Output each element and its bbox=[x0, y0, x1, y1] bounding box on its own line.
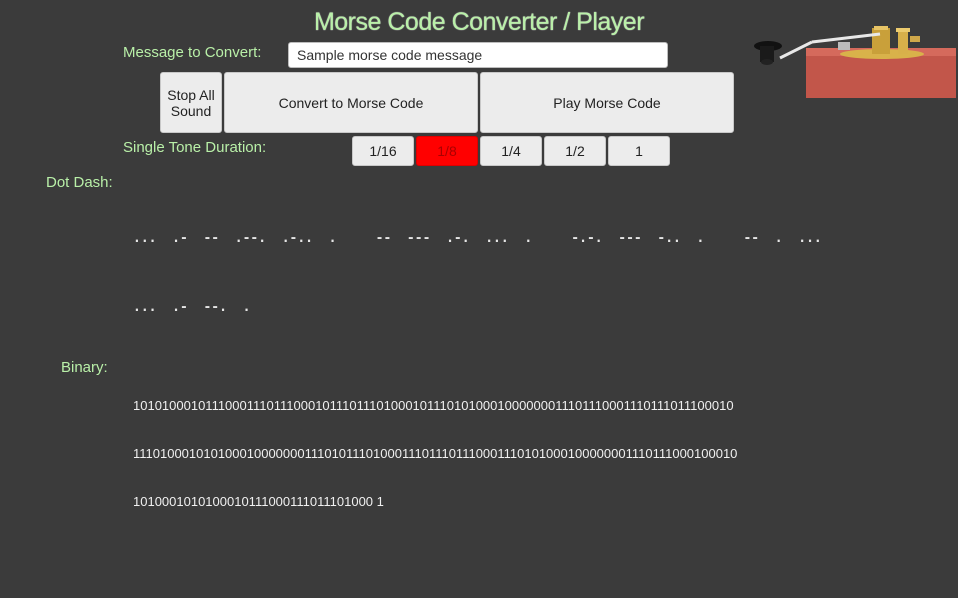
message-label: Message to Convert: bbox=[123, 44, 262, 61]
play-morse-button[interactable]: Play Morse Code bbox=[480, 72, 734, 133]
stop-all-sound-button[interactable]: Stop All Sound bbox=[160, 72, 222, 133]
dot-dash-line: ... .- -- .--. .-.. . -- --- .-. ... . -… bbox=[133, 231, 822, 246]
duration-option-1-16[interactable]: 1/16 bbox=[352, 136, 414, 166]
binary-line: 1010100010111000111011100010111011101000… bbox=[133, 398, 734, 413]
message-input[interactable] bbox=[288, 42, 668, 68]
duration-option-1-4[interactable]: 1/4 bbox=[480, 136, 542, 166]
binary-label: Binary: bbox=[61, 359, 108, 376]
convert-to-morse-button[interactable]: Convert to Morse Code bbox=[224, 72, 478, 133]
duration-option-1-8[interactable]: 1/8 bbox=[416, 136, 478, 166]
duration-option-1[interactable]: 1 bbox=[608, 136, 670, 166]
duration-label: Single Tone Duration: bbox=[123, 139, 267, 156]
binary-output: 1010100010111000111011100010111011101000… bbox=[133, 366, 737, 526]
dot-dash-line: ... .- --. . bbox=[133, 300, 251, 315]
dot-dash-label: Dot Dash: bbox=[46, 174, 113, 191]
binary-line: 1110100010101000100000001110101110100011… bbox=[133, 446, 738, 461]
telegraph-key-icon bbox=[752, 22, 958, 102]
dot-dash-output: ... .- -- .--. .-.. . -- --- .-. ... . -… bbox=[133, 181, 822, 342]
binary-line: 1010001010100010111000111011101000 1 bbox=[133, 494, 384, 509]
duration-option-1-2[interactable]: 1/2 bbox=[544, 136, 606, 166]
